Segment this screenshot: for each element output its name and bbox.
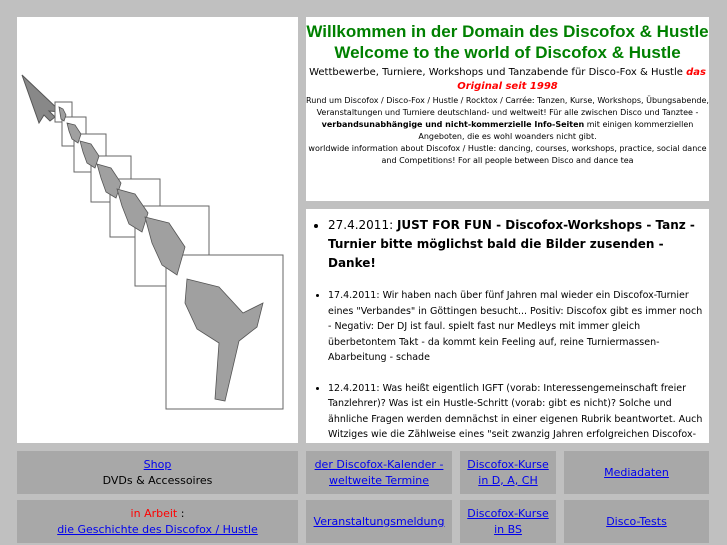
news-item: 12.4.2011: Was heißt eigentlich IGFT (vo… xyxy=(328,381,703,444)
mediadaten-link[interactable]: Mediadaten xyxy=(604,465,669,481)
kurse-dach-line-2: in D, A, CH xyxy=(478,473,538,487)
news-panel: 27.4.2011: JUST FOR FUN - Discofox-Works… xyxy=(306,209,709,443)
dancing-couple-icon xyxy=(58,106,264,402)
nav-cell-disco-tests: Disco-Tests xyxy=(564,500,709,543)
news-item: 27.4.2011: JUST FOR FUN - Discofox-Works… xyxy=(328,216,703,273)
nav-cell-shop: Shop DVDs & Accessoires xyxy=(17,451,298,494)
news-item: 17.4.2011: Wir haben nach über fünf Jahr… xyxy=(328,288,703,366)
kalender-link-line-1: der Discofox-Kalender - xyxy=(314,457,444,471)
description-english: worldwide information about Discofox / H… xyxy=(308,144,707,165)
description-bold: verbandsunabhängige und nicht-kommerziel… xyxy=(321,120,585,129)
kurse-dach-line-1: Discofox-Kurse xyxy=(467,457,549,471)
veranstaltungsmeldung-link[interactable]: Veranstaltungsmeldung xyxy=(314,514,445,530)
in-arbeit-text: in Arbeit xyxy=(130,506,178,520)
in-arbeit-label: in Arbeit : xyxy=(131,506,185,522)
kurse-bs-link[interactable]: Discofox-Kurse in BS xyxy=(467,506,548,538)
news-list: 27.4.2011: JUST FOR FUN - Discofox-Works… xyxy=(306,216,709,443)
nav-cell-veranstaltung: Veranstaltungsmeldung xyxy=(306,500,452,543)
nav-cell-geschichte: in Arbeit : die Geschichte des Discofox … xyxy=(17,500,298,543)
in-arbeit-colon: : xyxy=(177,506,185,520)
kalender-link[interactable]: der Discofox-Kalender - weltweite Termin… xyxy=(315,457,444,489)
geschichte-link[interactable]: die Geschichte des Discofox / Hustle xyxy=(57,522,258,538)
shop-subtitle: DVDs & Accessoires xyxy=(102,473,213,487)
description-part-1: Rund um Discofox / Disco-Fox / Hustle / … xyxy=(306,96,709,117)
dance-logo xyxy=(21,74,284,410)
news-date: 27.4.2011: xyxy=(328,218,394,232)
heading-english: Welcome to the world of Discofox & Hustl… xyxy=(334,43,681,62)
tagline-text: Wettbewerbe, Turniere, Workshops und Tan… xyxy=(309,67,683,78)
tagline-original-1: das xyxy=(686,67,706,78)
nav-cell-mediadaten: Mediadaten xyxy=(564,451,709,494)
kalender-link-line-2: weltweite Termine xyxy=(329,473,429,487)
shop-link[interactable]: Shop xyxy=(144,457,172,473)
disco-tests-link[interactable]: Disco-Tests xyxy=(606,514,667,530)
logo-panel xyxy=(17,17,298,443)
nav-cell-kurse-dach: Discofox-Kurse in D, A, CH xyxy=(460,451,556,494)
kurse-bs-line-2: in BS xyxy=(494,522,522,536)
nav-cell-kalender: der Discofox-Kalender - weltweite Termin… xyxy=(306,451,452,494)
tagline-original-2: Original seit 1998 xyxy=(457,81,558,92)
heading-german: Willkommen in der Domain des Discofox & … xyxy=(306,22,709,41)
welcome-panel: Willkommen in der Domain des Discofox & … xyxy=(306,17,709,201)
kurse-bs-line-1: Discofox-Kurse xyxy=(467,506,549,520)
description-german: Rund um Discofox / Disco-Fox / Hustle / … xyxy=(306,95,709,167)
nav-cell-kurse-bs: Discofox-Kurse in BS xyxy=(460,500,556,543)
kurse-dach-link[interactable]: Discofox-Kurse in D, A, CH xyxy=(467,457,548,489)
tagline: Wettbewerbe, Turniere, Workshops und Tan… xyxy=(306,66,709,94)
